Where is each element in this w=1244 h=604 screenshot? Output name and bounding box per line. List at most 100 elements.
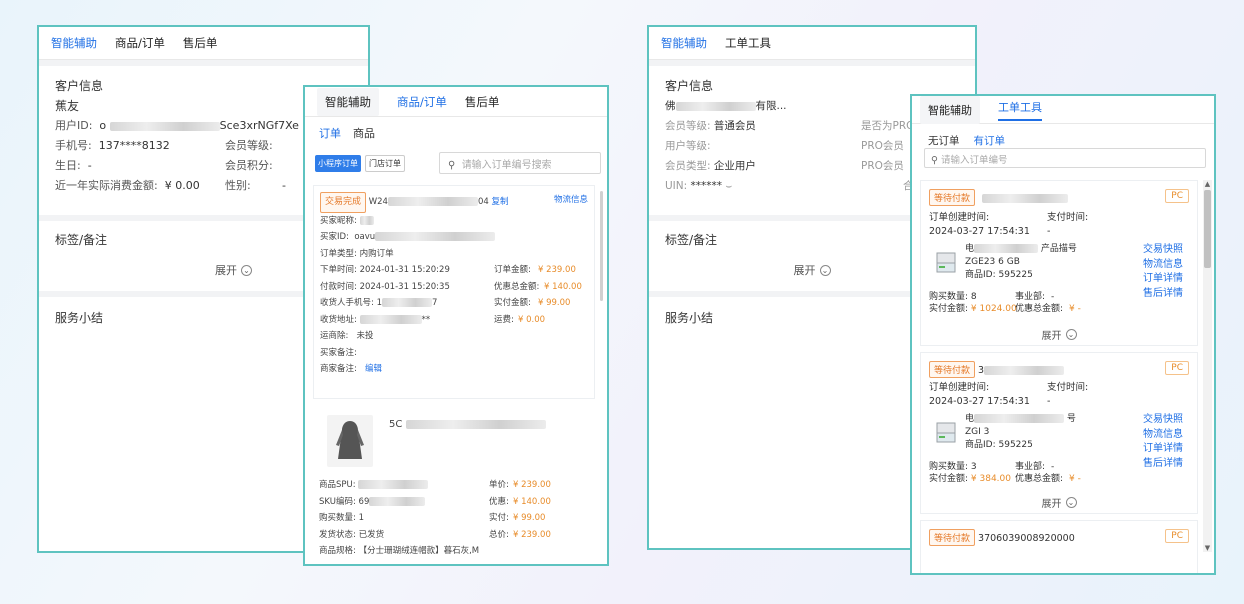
status-badge: 等待付款 [929,529,976,546]
merchant-note-label: 商家备注: [320,364,357,374]
subtab-orders[interactable]: 订单 [319,125,341,141]
discount-label: 优惠总金额: [1015,304,1064,314]
product-name-tail: 产品描号 [1040,244,1077,254]
eye-icon[interactable]: ⌣ [725,180,732,192]
order-card: 等待付款 3 PC 订单创建时间: 支付时间: 2024-03-27 17:54:… [920,352,1198,514]
product-info: 电 产品描号 ZGE23 6 GB 商品ID: 595225 [965,243,1115,282]
buyer-id-redacted [375,232,496,241]
edit-link[interactable]: 编辑 [365,364,382,374]
product-name-redacted [974,414,1065,423]
level-value: 普通会员 [713,120,756,132]
pay-value: - [1047,396,1051,407]
address-row: 收货地址: ** 运费: ¥ 0.00 [320,312,588,329]
order-number: 3706039008920000 [978,533,1075,544]
trade-snapshot-link[interactable]: 交易快照 [1143,413,1183,428]
product-discount-label: 优惠: [489,496,509,507]
created-value: 2024-03-27 17:54:31 [929,396,1030,407]
status-badge: 等待付款 [929,361,976,378]
time-rows: 订单创建时间: 支付时间: 2024-03-27 17:54:31 - [929,381,1088,409]
order-number-redacted [984,366,1065,375]
product-image [327,415,373,467]
logistics-link[interactable]: 物流信息 [1143,258,1183,273]
qty-row: 购买数量: 1 实付: ¥ 99.00 [319,510,595,527]
product-name-tail: 号 [1066,414,1076,424]
tab-ticket-tools[interactable]: 工单工具 [998,99,1042,121]
copy-link[interactable]: 复制 [491,197,508,207]
expand-label: 展开 [1041,499,1062,510]
filter-mini-program[interactable]: 小程序订单 [315,155,361,172]
dept-label: 事业部: [1015,462,1046,472]
actual-value: ¥ 1024.00 [970,304,1017,314]
merchant-note-row: 商家备注: 编辑 [320,361,588,378]
search-placeholder: 请输入订单编号 [941,155,1008,166]
sku-head: 69 [358,496,370,507]
company-name-tail: 有限... [755,100,787,112]
scroll-up-icon[interactable]: ▲ [1203,180,1212,188]
qty-label: 购买数量: [319,513,356,523]
actual-label: 实付金额: [929,304,969,314]
order-card: 等待付款 PC 订单创建时间: 支付时间: 2024-03-27 17:54:31… [920,180,1198,346]
member-points-label: 会员积分: [225,159,273,172]
pro-member-label: PRO会员 [861,140,904,152]
after-sales-detail-link[interactable]: 售后详情 [1143,287,1183,302]
spec-value: 【分士珊瑚绒连帽款】暮石灰,M [358,546,480,556]
customer-info-title: 客户信息 [665,79,714,93]
tab-goods-orders[interactable]: 商品/订单 [115,35,165,51]
order-detail-link[interactable]: 订单详情 [1143,442,1183,457]
amount-rows: 购买数量: 3 事业部: - 实付金额: ¥ 384.00 优惠总金额: ¥ - [929,461,1129,485]
carrier-row: 运商除: 未投 [320,328,588,345]
scrollbar-track[interactable]: ▲ ▼ [1203,180,1212,552]
product-title-row: 5C [389,417,547,434]
expand-label: 展开 [793,264,816,277]
order-search-input[interactable]: ⚲ 请输入订单编号 [924,148,1206,168]
product-info: 电 号 ZGI 3 商品ID: 595225 [965,413,1115,452]
scrollbar[interactable] [600,191,603,301]
paid-row: 付款时间: 2024-01-31 15:20:35 优惠总金额: ¥ 140.00 [320,279,588,296]
logistics-link[interactable]: 物流信息 [554,192,588,209]
search-icon: ⚲ [931,155,938,166]
expand-button[interactable]: 展开 ⌄ [921,495,1197,510]
receiver-phone-redacted [382,298,432,307]
level-label: 会员等级: [665,120,711,132]
subtab-goods[interactable]: 商品 [353,125,375,141]
tab-smart-assist[interactable]: 智能辅助 [661,35,707,51]
address-tail: ** [421,314,431,325]
tab-smart-assist[interactable]: 智能辅助 [317,87,379,116]
tab-after-sales[interactable]: 售后单 [465,94,500,110]
trade-snapshot-link[interactable]: 交易快照 [1143,243,1183,258]
subtab-has-order[interactable]: 有订单 [974,133,1006,148]
expand-button[interactable]: 展开 ⌄ [921,327,1197,342]
status-badge: 交易完成 [320,192,367,213]
freight-label: 运费: [494,314,514,325]
qty-value: 1 [358,513,364,523]
order-search-input[interactable]: ⚲ 请输入订单编号搜索 [439,152,601,174]
panel-tabs: 智能辅助 商品/订单 售后单 [305,87,607,117]
birthday-value: - [87,159,92,172]
tab-smart-assist[interactable]: 智能辅助 [51,35,97,51]
after-sales-detail-link[interactable]: 售后详情 [1143,457,1183,472]
scroll-down-icon[interactable]: ▼ [1203,544,1212,552]
sub-tabs: 无订单 有订单 [928,133,1005,148]
order-detail-link[interactable]: 订单详情 [1143,272,1183,287]
scrollbar-thumb[interactable] [1204,190,1211,268]
filter-store[interactable]: 门店订单 [365,155,405,172]
created-label: 订单创建时间: [929,212,990,223]
tab-goods-orders[interactable]: 商品/订单 [397,94,447,110]
uin-label: UIN: [665,180,688,192]
tab-ticket-tools[interactable]: 工单工具 [725,35,771,51]
subtab-no-order[interactable]: 无订单 [928,133,960,148]
tab-smart-assist[interactable]: 智能辅助 [920,96,980,124]
freight-value: ¥ 0.00 [518,314,546,325]
carrier-label: 运商除: [320,331,349,341]
company-name-redacted [675,101,756,111]
paid-label: 付款时间: [320,281,357,292]
address-redacted [359,314,422,324]
platform-badge: PC [1165,529,1189,543]
tab-after-sales[interactable]: 售后单 [183,35,218,51]
product-id-value: 595225 [998,440,1033,450]
buyer-nick-redacted [359,215,374,225]
logistics-link[interactable]: 物流信息 [1143,428,1183,443]
buyer-nick-label: 买家昵称: [320,215,357,226]
carrier-value: 未投 [356,331,374,341]
user-id-tail: Sce3xrNGf7Xe [219,119,299,132]
